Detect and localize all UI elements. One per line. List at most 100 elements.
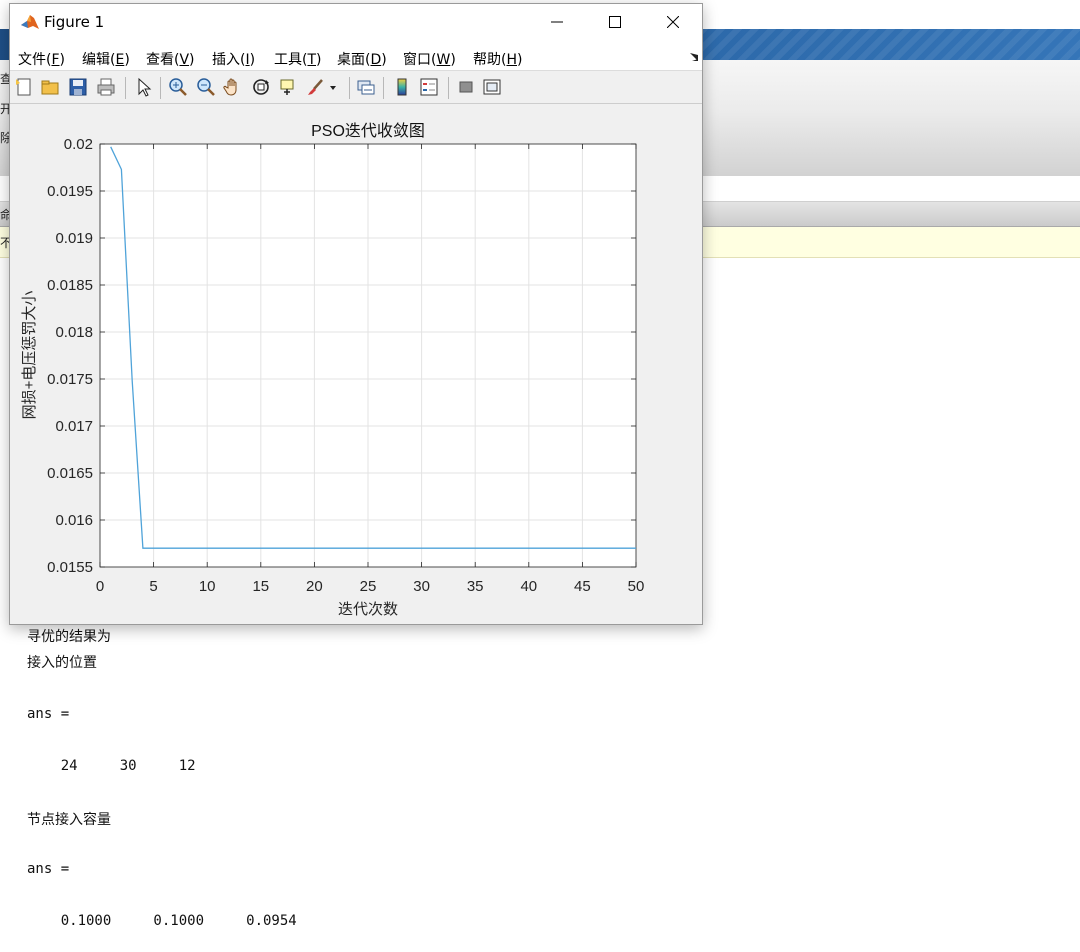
menu-mnemonic: D	[370, 52, 382, 68]
x-tick-label: 40	[520, 578, 537, 595]
toolbar-separator	[349, 77, 350, 99]
figure-window: Figure 1 文件(F) 编辑(E) 查看(V) 插入(I) 工具(T) 桌…	[9, 3, 703, 625]
minimize-icon	[551, 21, 563, 23]
menu-label: 桌面(	[337, 52, 371, 68]
maximize-button[interactable]	[586, 4, 644, 40]
x-tick-label: 50	[628, 578, 645, 595]
figure-toolbar	[10, 71, 702, 104]
x-tick-label: 30	[413, 578, 430, 595]
cw-line: 0.1000 0.1000 0.0954	[27, 913, 297, 929]
menu-mnemonic: W	[436, 52, 451, 68]
cw-line: ans =	[27, 861, 70, 877]
y-tick-label: 0.02	[64, 136, 93, 153]
menu-label: 工具(	[274, 52, 308, 68]
figure-title: Figure 1	[44, 13, 105, 31]
menu-mnemonic: V	[179, 52, 190, 68]
x-tick-labels: 0 5 10 15 20 25 30 35 40 45 50	[96, 578, 645, 595]
cw-line: ans =	[27, 706, 70, 722]
menu-label-tail: )	[517, 52, 523, 68]
menu-desktop[interactable]: 桌面(D)	[337, 49, 387, 69]
menu-label-tail: )	[59, 52, 65, 68]
y-tick-labels: 0.0155 0.016 0.0165 0.017 0.0175 0.018 0.0185 0…	[47, 136, 93, 576]
cw-line: 接入的位置	[27, 655, 97, 671]
menu-view[interactable]: 查看(V)	[146, 49, 195, 69]
brush-dropdown-icon[interactable]	[328, 77, 338, 97]
show-plot-tools-icon[interactable]	[482, 77, 502, 97]
menu-label: 插入(	[212, 52, 246, 68]
y-tick-label: 0.0175	[47, 371, 93, 388]
minimize-button[interactable]	[528, 4, 586, 40]
menu-label-tail: )	[381, 52, 387, 68]
x-tick-label: 0	[96, 578, 104, 595]
data-cursor-icon[interactable]	[278, 77, 298, 97]
y-tick-label: 0.016	[55, 512, 93, 529]
menu-label-tail: )	[189, 52, 195, 68]
y-axis-label: 网损+电压惩罚大小	[21, 291, 38, 420]
menu-label: 文件(	[18, 52, 52, 68]
menu-label-tail: )	[249, 52, 256, 68]
y-tick-label: 0.019	[55, 230, 93, 247]
matlab-logo-icon	[21, 15, 39, 29]
print-icon[interactable]	[96, 77, 116, 97]
y-tick-label: 0.0155	[47, 559, 93, 576]
y-tick-label: 0.0195	[47, 183, 93, 200]
cw-line: 24 30 12	[27, 758, 196, 774]
x-tick-label: 35	[467, 578, 484, 595]
menu-label-tail: )	[450, 52, 456, 68]
toolbar-separator	[125, 77, 126, 99]
x-tick-label: 20	[306, 578, 323, 595]
menu-edit[interactable]: 编辑(E)	[82, 49, 130, 69]
menu-file[interactable]: 文件(F)	[18, 49, 65, 69]
cw-line: 寻优的结果为	[27, 629, 111, 645]
x-tick-label: 15	[252, 578, 269, 595]
toolbar-separator	[160, 77, 161, 99]
y-tick-label: 0.0185	[47, 277, 93, 294]
maximize-icon	[609, 16, 621, 28]
menu-tools[interactable]: 工具(T)	[274, 49, 322, 69]
pan-hand-icon[interactable]	[223, 77, 243, 97]
pointer-icon[interactable]	[134, 77, 154, 97]
menu-mnemonic: F	[51, 52, 60, 68]
menu-mnemonic: H	[506, 52, 517, 68]
menu-label: 窗口(	[403, 52, 437, 68]
chart-title: PSO迭代收敛图	[311, 122, 425, 140]
save-icon[interactable]	[68, 77, 88, 97]
figure-titlebar[interactable]: Figure 1	[10, 4, 702, 40]
menu-label-tail: )	[316, 52, 322, 68]
hide-plot-tools-icon[interactable]	[456, 77, 476, 97]
toolbar-separator	[383, 77, 384, 99]
x-tick-label: 45	[574, 578, 591, 595]
menu-mnemonic: T	[307, 52, 317, 68]
titlebar-pattern	[700, 29, 1080, 60]
x-axis-label: 迭代次数	[338, 601, 398, 618]
x-tick-label: 5	[149, 578, 157, 595]
colorbar-icon[interactable]	[392, 77, 412, 97]
dock-arrow-icon[interactable]	[689, 52, 699, 62]
y-tick-label: 0.0165	[47, 465, 93, 482]
menu-label: 编辑(	[82, 52, 116, 68]
open-file-icon[interactable]	[40, 77, 60, 97]
menu-mnemonic: E	[115, 52, 125, 68]
plot-area[interactable]: 0 5 10 15 20 25 30 35 40 45 50 0.0155 0.016 0.0165 0.…	[10, 104, 702, 624]
menu-label: 帮助(	[473, 52, 507, 68]
link-plot-icon[interactable]	[356, 77, 376, 97]
rotate-3d-icon[interactable]	[251, 77, 271, 97]
zoom-in-icon[interactable]	[168, 77, 188, 97]
y-tick-label: 0.018	[55, 324, 93, 341]
menu-window[interactable]: 窗口(W)	[403, 49, 456, 69]
x-tick-label: 10	[199, 578, 216, 595]
brush-icon[interactable]	[306, 77, 326, 97]
new-figure-icon[interactable]	[14, 77, 34, 97]
menu-label: 查看(	[146, 52, 180, 68]
chart[interactable]: 0 5 10 15 20 25 30 35 40 45 50 0.01550.0160.01650.…	[10, 104, 702, 624]
legend-icon[interactable]	[419, 77, 439, 97]
menu-insert[interactable]: 插入(I)	[212, 49, 255, 69]
menu-help[interactable]: 帮助(H)	[473, 49, 522, 69]
toolbar-separator	[448, 77, 449, 99]
close-button[interactable]	[644, 4, 702, 40]
zoom-out-icon[interactable]	[196, 77, 216, 97]
menu-label-tail: )	[124, 52, 130, 68]
y-tick-label: 0.017	[55, 418, 93, 435]
figure-menubar: 文件(F) 编辑(E) 查看(V) 插入(I) 工具(T) 桌面(D) 窗口(W…	[10, 40, 702, 71]
cw-line: 节点接入容量	[27, 812, 111, 828]
